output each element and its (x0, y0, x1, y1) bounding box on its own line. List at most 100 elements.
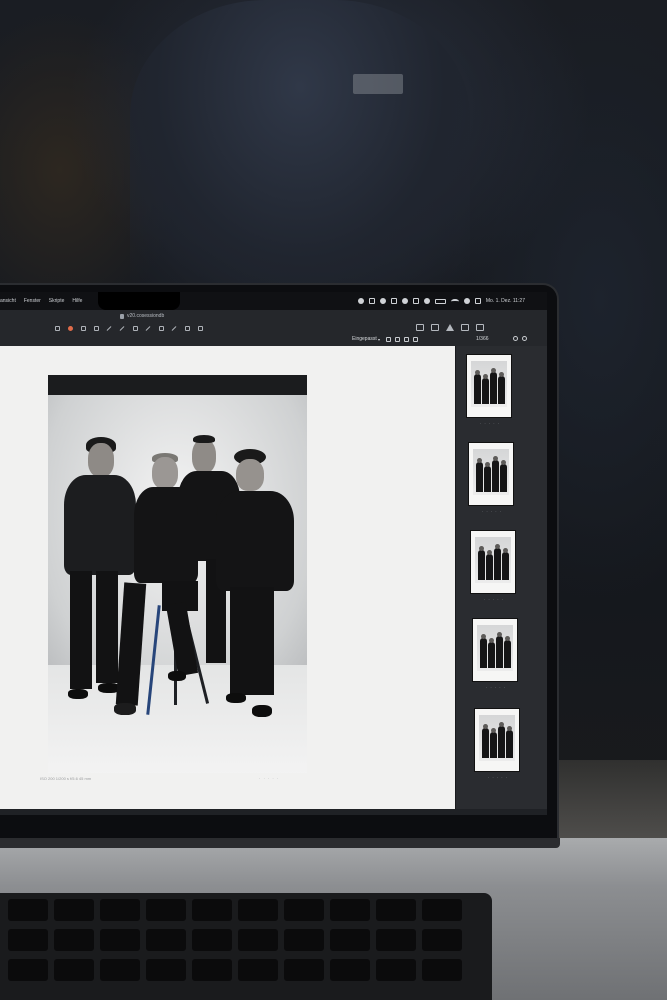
keyboard-key[interactable] (330, 959, 370, 981)
tool-group (52, 324, 205, 332)
filmstrip-search-icon[interactable] (513, 336, 518, 341)
keyboard-key[interactable] (8, 959, 48, 981)
keyboard-key[interactable] (422, 959, 462, 981)
heal-tool-icon[interactable] (182, 324, 192, 332)
image-counter: 1/366 (476, 336, 489, 342)
background-person (130, 0, 470, 290)
status-icon[interactable] (357, 298, 364, 304)
keyboard-key[interactable] (8, 899, 48, 921)
keyboard-key[interactable] (100, 929, 140, 951)
keyboard-key[interactable] (238, 929, 278, 951)
keyboard-key[interactable] (54, 959, 94, 981)
pause-icon[interactable] (413, 337, 418, 342)
keyboard-key[interactable] (192, 929, 232, 951)
keyboard-key[interactable] (192, 899, 232, 921)
crop-tool-icon[interactable] (78, 324, 88, 332)
rotate-icon[interactable] (386, 337, 391, 342)
filmstrip-thumbnail[interactable]: · · · · · (474, 708, 520, 780)
camera-notch (98, 292, 180, 310)
eraser-tool-icon[interactable] (130, 324, 140, 332)
menu-item-view[interactable]: ansicht (0, 298, 16, 304)
straighten-tool-icon[interactable] (91, 324, 101, 332)
menu-item-window[interactable]: Fenster (24, 298, 41, 304)
keyboard-key[interactable] (100, 899, 140, 921)
laptop-screen: ansicht Fenster Skripte Hilfe Mo. 1. Dez… (0, 292, 547, 815)
keyboard-key[interactable] (238, 959, 278, 981)
more-tools-icon[interactable] (195, 324, 205, 332)
keyboard-key[interactable] (330, 899, 370, 921)
keyboard-key[interactable] (422, 899, 462, 921)
keyboard-key[interactable] (376, 929, 416, 951)
document-icon (120, 313, 124, 319)
tool-picker-icon[interactable] (461, 324, 469, 331)
keyboard-key[interactable] (284, 929, 324, 951)
main-photo[interactable] (48, 375, 307, 773)
keyboard-key[interactable] (8, 929, 48, 951)
gradient-tool-icon[interactable] (143, 324, 153, 332)
status-icon[interactable] (379, 298, 386, 304)
background-label-patch (353, 74, 403, 94)
star-rating[interactable]: · · · · · (259, 776, 279, 781)
proof-icon[interactable] (395, 337, 400, 342)
brush-tool-icon[interactable] (117, 324, 127, 332)
keyboard-key[interactable] (192, 959, 232, 981)
menu-bar-clock[interactable]: Mo. 1. Dez. 11:27 (486, 298, 525, 304)
thumbnail-rating[interactable]: · · · · · (467, 421, 513, 426)
view-tool-group (416, 324, 484, 331)
viewer-layout-icon[interactable] (416, 324, 424, 331)
zoom-fit-select[interactable]: Eingepasst (352, 336, 377, 342)
filmstrip-options-icon[interactable] (522, 336, 527, 341)
battery-icon[interactable] (434, 298, 446, 304)
viewer-header: Eingepasst ▾ 1/366 (0, 334, 547, 346)
keyboard-key[interactable] (146, 899, 186, 921)
image-viewer[interactable]: ISO 200 1/200 s f/5.6 45 mm · · · · · (0, 346, 455, 809)
keyboard-key[interactable] (54, 899, 94, 921)
person (114, 453, 204, 733)
wifi-icon[interactable] (450, 298, 459, 304)
keyboard-key[interactable] (54, 929, 94, 951)
filmstrip-thumbnail[interactable]: · · · · · (472, 618, 518, 690)
filmstrip-thumbnail[interactable]: · · · · · (466, 354, 512, 426)
annotate-tool-icon[interactable] (169, 324, 179, 332)
photo-top-border (48, 375, 307, 395)
menu-item-help[interactable]: Hilfe (72, 298, 82, 304)
keyboard-key[interactable] (376, 959, 416, 981)
keyboard-key[interactable] (330, 929, 370, 951)
app-icon[interactable] (390, 298, 397, 304)
document-title-text: v20.cosessiondb (127, 313, 165, 319)
keyboard-key[interactable] (422, 929, 462, 951)
thumbnail-rating[interactable]: · · · · · (475, 775, 521, 780)
panel-toggle-icon[interactable] (476, 324, 484, 331)
menu-bar: ansicht Fenster Skripte Hilfe Mo. 1. Dez… (0, 292, 547, 310)
play-icon[interactable] (404, 337, 409, 342)
keyboard-key[interactable] (146, 959, 186, 981)
filmstrip-panel: · · · · · · · · · · · · · · · · · · · · … (455, 346, 547, 809)
clock-icon[interactable] (423, 298, 430, 304)
filmstrip-thumbnail[interactable]: · · · · · (468, 442, 514, 514)
bluetooth-icon[interactable] (401, 298, 408, 304)
keyboard-key[interactable] (146, 929, 186, 951)
search-icon[interactable] (463, 298, 470, 304)
select-tool-icon[interactable] (52, 324, 62, 332)
filmstrip-thumbnail[interactable]: · · · · · (470, 530, 516, 602)
grid-view-icon[interactable] (431, 324, 439, 331)
chevron-down-icon[interactable]: ▾ (378, 337, 380, 342)
menu-item-scripts[interactable]: Skripte (49, 298, 65, 304)
keyboard-key[interactable] (100, 959, 140, 981)
pen-tool-icon[interactable] (104, 324, 114, 332)
record-icon[interactable] (65, 324, 75, 332)
control-center-icon[interactable] (474, 298, 481, 304)
keyboard-key[interactable] (376, 899, 416, 921)
keyboard-key[interactable] (238, 899, 278, 921)
keyboard-key[interactable] (284, 959, 324, 981)
sync-icon[interactable] (368, 298, 375, 304)
thumbnail-rating[interactable]: · · · · · (471, 597, 517, 602)
display-icon[interactable] (412, 298, 419, 304)
thumbnail-rating[interactable]: · · · · · (473, 685, 519, 690)
thumbnail-rating[interactable]: · · · · · (469, 509, 515, 514)
keyboard (0, 893, 492, 1000)
image-metadata: ISO 200 1/200 s f/5.6 45 mm (40, 776, 92, 781)
warning-icon[interactable] (446, 324, 454, 331)
picker-tool-icon[interactable] (156, 324, 166, 332)
keyboard-key[interactable] (284, 899, 324, 921)
